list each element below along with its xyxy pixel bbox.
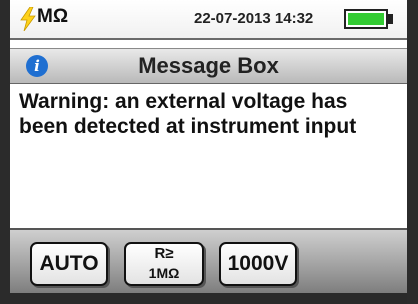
lightning-bolt-icon (20, 7, 36, 31)
warning-message: Warning: an external voltage has been de… (19, 90, 357, 138)
resistance-threshold-symbol: R≥ (154, 245, 174, 262)
battery-icon (344, 9, 388, 29)
battery-level (348, 13, 384, 25)
status-bar: MΩ 22-07-2013 14:32 (10, 0, 407, 40)
resistance-threshold-button[interactable]: R≥ 1MΩ (124, 242, 204, 286)
key-bar-bottom-edge (10, 293, 407, 304)
instrument-screen: MΩ 22-07-2013 14:32 i Message Box Warnin… (10, 0, 407, 304)
test-voltage-button[interactable]: 1000V (219, 242, 297, 286)
message-box-body: Warning: an external voltage has been de… (10, 84, 407, 224)
auto-button[interactable]: AUTO (30, 242, 108, 286)
message-box-title-bar: i Message Box (10, 48, 407, 85)
instrument-frame: MΩ 22-07-2013 14:32 i Message Box Warnin… (0, 0, 418, 304)
battery-terminal (388, 14, 393, 24)
resistance-threshold-value: 1MΩ (148, 265, 180, 281)
measurement-unit: MΩ (37, 6, 69, 27)
date-time: 22-07-2013 14:32 (194, 10, 314, 27)
message-box-title: Message Box (138, 53, 279, 78)
